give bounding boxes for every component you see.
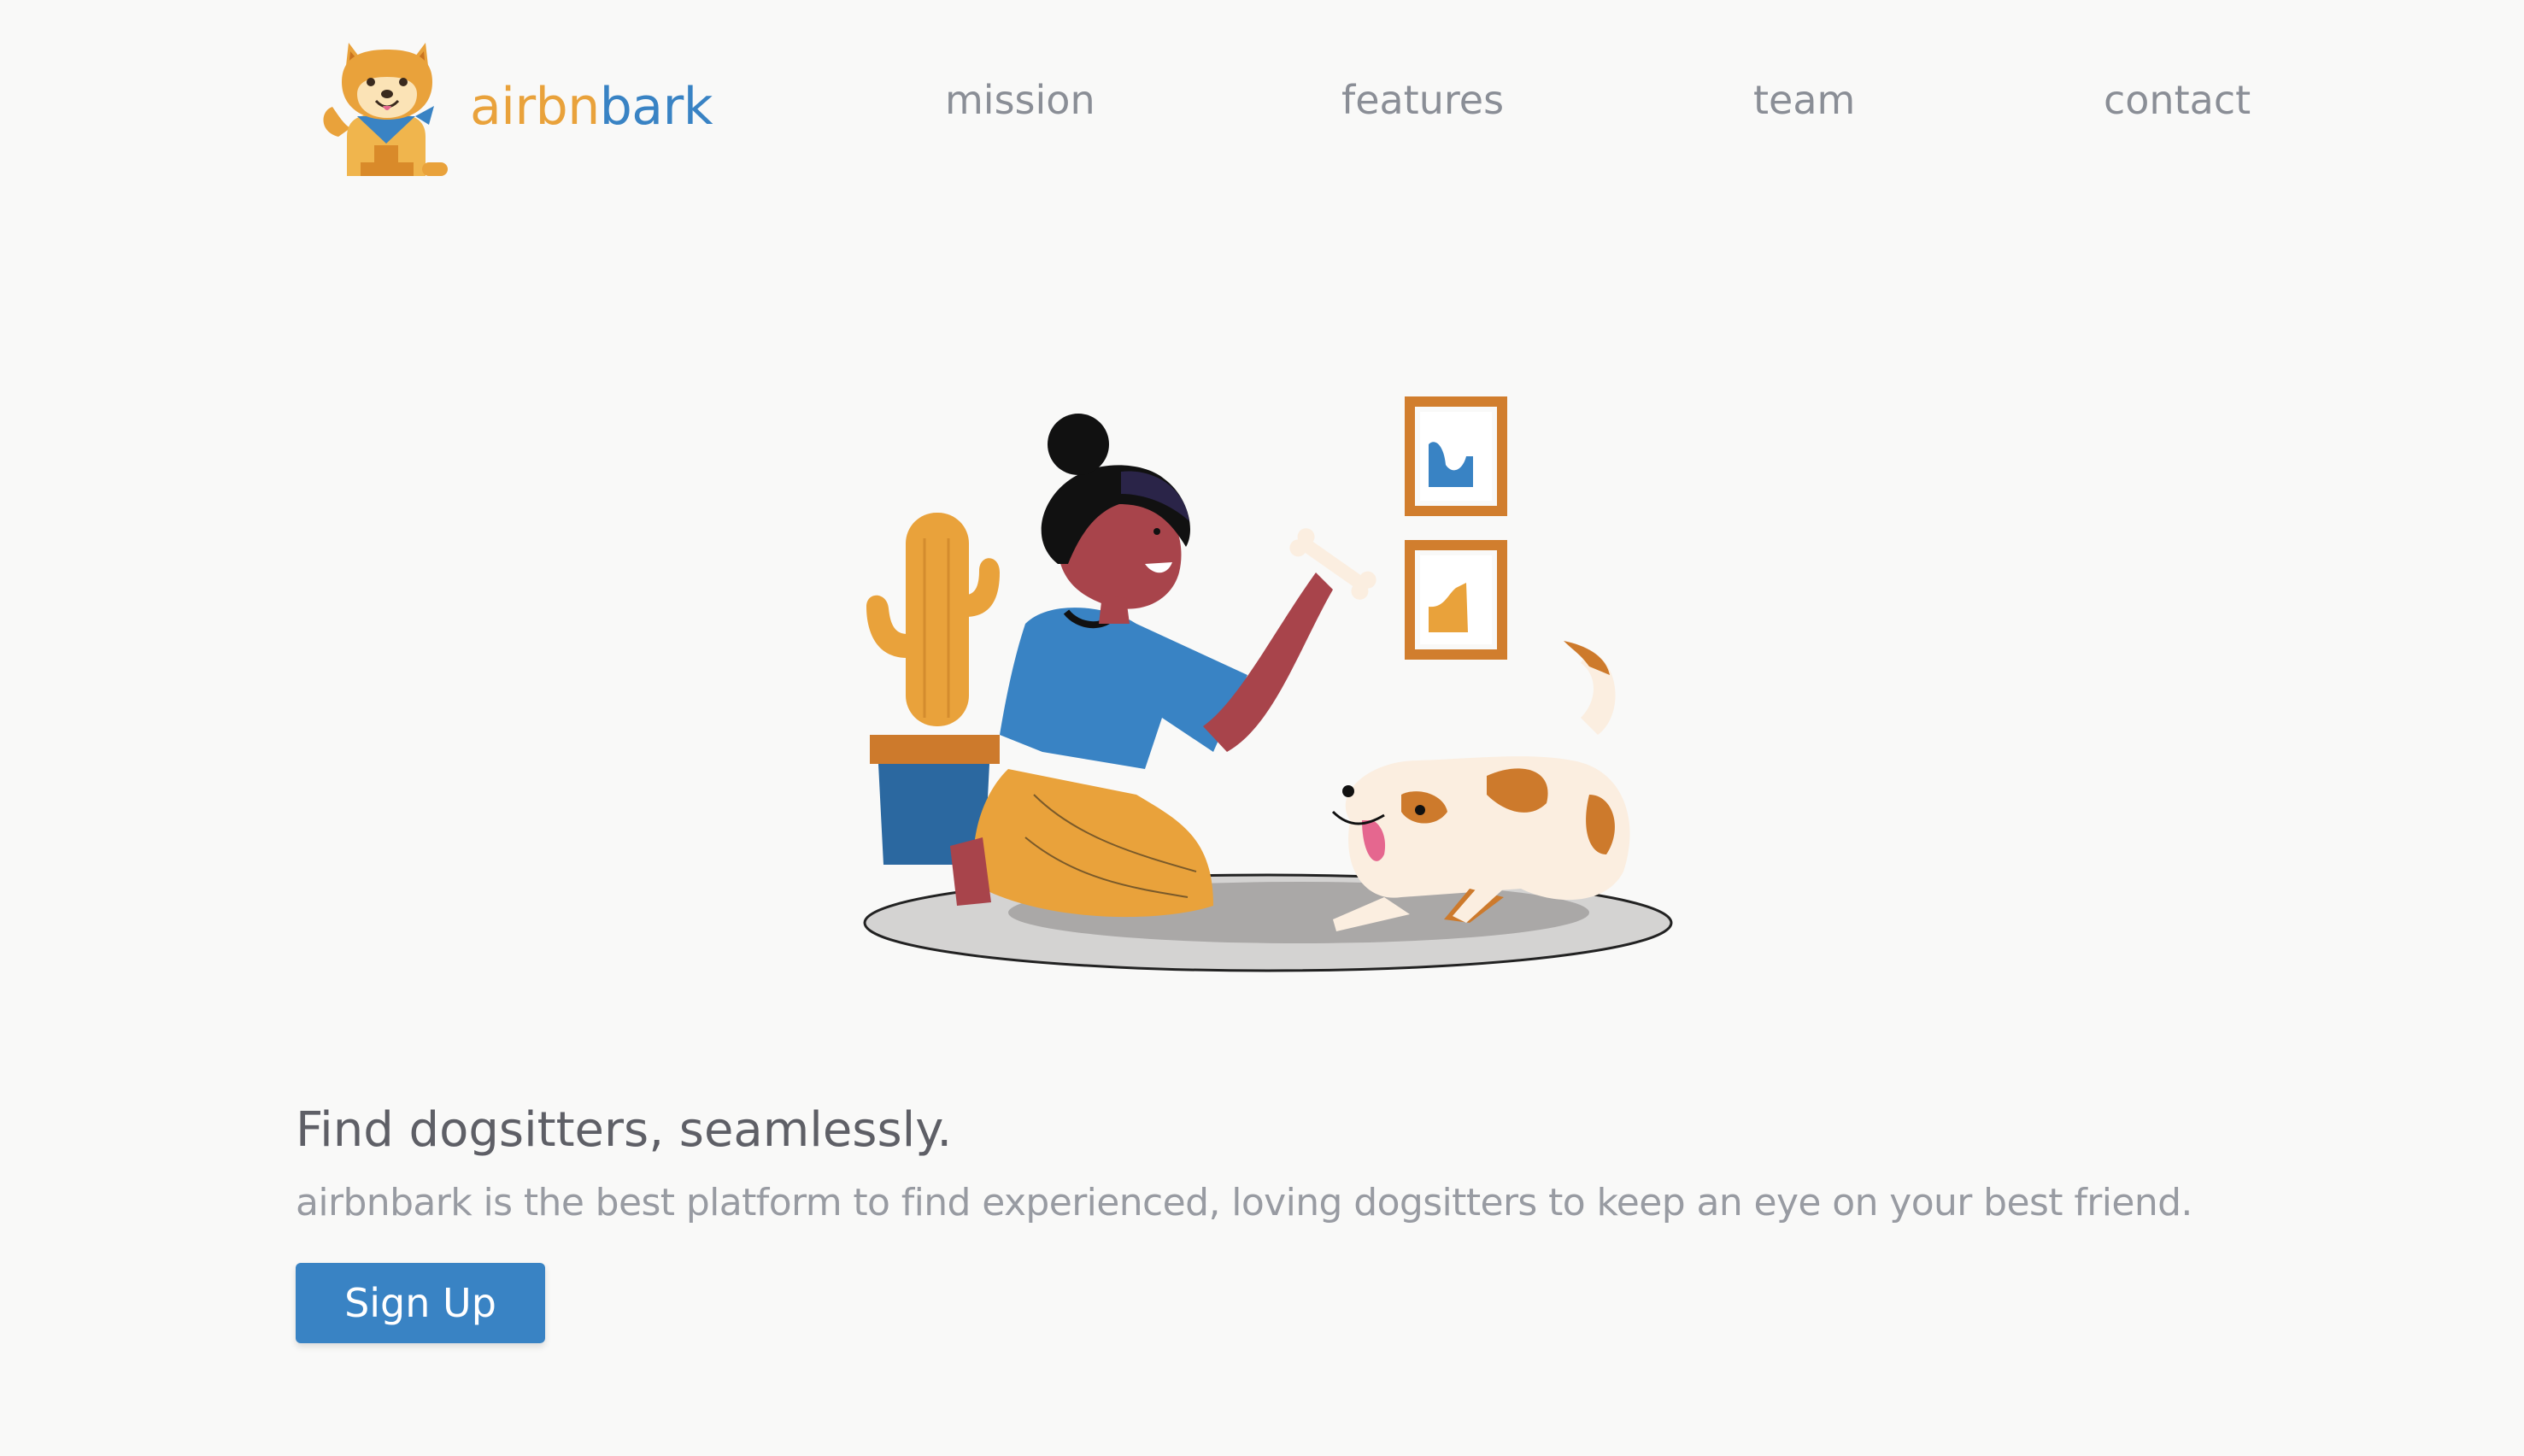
landing-page: airbnbark mission features team contact — [0, 0, 2524, 1456]
brand-name: airbnbark — [470, 77, 713, 137]
hero-subheadline: airbnbark is the best platform to find e… — [296, 1181, 2192, 1224]
logo-link[interactable]: airbnbark — [320, 34, 713, 179]
woman-giving-bone-to-dog-illustration — [854, 393, 1683, 983]
sign-up-button[interactable]: Sign Up — [296, 1263, 545, 1343]
shiba-dog-icon — [320, 34, 455, 179]
hero-headline: Find dogsitters, seamlessly. — [296, 1102, 953, 1158]
nav-link-contact[interactable]: contact — [2104, 77, 2251, 123]
brand-name-part2: bark — [599, 77, 713, 137]
brand-name-part1: airbn — [470, 77, 600, 137]
nav-link-mission[interactable]: mission — [945, 77, 1095, 123]
nav-link-team[interactable]: team — [1753, 77, 1855, 123]
nav-link-features[interactable]: features — [1341, 77, 1504, 123]
